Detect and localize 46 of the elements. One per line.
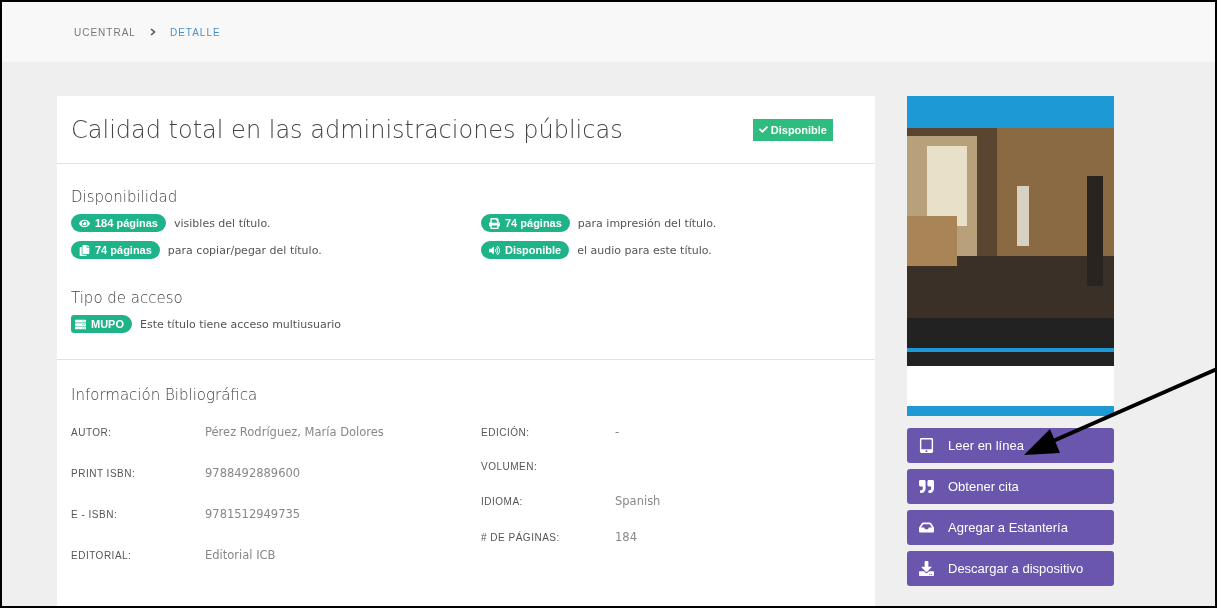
field-label: PRINT ISBN: bbox=[71, 467, 137, 479]
field-label: EDITORIAL: bbox=[71, 549, 133, 561]
printer-icon bbox=[489, 217, 500, 229]
availability-text: para impresión del título. bbox=[577, 216, 717, 230]
page-count-badge: 74 páginas bbox=[71, 241, 160, 259]
field-value: 184 bbox=[615, 530, 638, 544]
availability-text: para copiar/pegar del título. bbox=[167, 243, 322, 257]
tablet-icon bbox=[919, 438, 934, 453]
availability-text: visibles del título. bbox=[174, 216, 271, 230]
field-value: Editorial ICB bbox=[205, 548, 277, 562]
field-value: - bbox=[615, 425, 621, 439]
book-title: Calidad total en las administraciones públicas bbox=[71, 115, 623, 144]
field-value: 9788492889600 bbox=[205, 466, 302, 480]
field-value: Pérez Rodríguez, María Dolores bbox=[205, 425, 385, 439]
page-count-badge: 74 páginas bbox=[481, 214, 570, 232]
section-heading: Disponibilidad bbox=[71, 188, 179, 206]
field-label: VOLUMEN: bbox=[481, 461, 539, 472]
quote-icon bbox=[919, 479, 934, 494]
download-icon bbox=[919, 561, 934, 576]
page-count-badge: 184 páginas bbox=[71, 214, 166, 232]
section-heading: Tipo de acceso bbox=[71, 289, 184, 307]
action-button[interactable]: Obtener cita bbox=[907, 469, 1114, 504]
status-badge: Disponible bbox=[752, 118, 833, 141]
availability-text: el audio para este título. bbox=[577, 243, 712, 257]
breadcrumb-link[interactable]: UCENTRAL bbox=[74, 26, 136, 38]
field-value: Spanish bbox=[615, 494, 662, 508]
access-badge: MUPO bbox=[71, 315, 132, 333]
access-text: Este título tiene acceso multiusuario bbox=[140, 317, 341, 331]
field-value: 9781512949735 bbox=[205, 507, 302, 521]
chevron-icon bbox=[149, 28, 156, 36]
server-icon bbox=[75, 318, 86, 330]
field-label: IDIOMA: bbox=[481, 495, 524, 507]
field-label: AUTOR: bbox=[71, 426, 113, 438]
speaker-icon bbox=[489, 244, 500, 256]
tray-icon bbox=[919, 520, 934, 535]
section-heading: Información Bibliográfica bbox=[71, 386, 259, 404]
copy-icon bbox=[79, 244, 90, 256]
field-label: EDICIÓN: bbox=[481, 426, 531, 438]
field-label: # DE PÁGINAS: bbox=[481, 531, 561, 543]
action-button[interactable]: Agregar a Estantería bbox=[907, 510, 1114, 545]
action-button[interactable]: Descargar a dispositivo bbox=[907, 551, 1114, 586]
breadcrumb-link[interactable]: DETALLE bbox=[169, 26, 221, 38]
eye-icon bbox=[79, 217, 90, 229]
page-count-badge: Disponible bbox=[481, 241, 570, 259]
action-button[interactable]: Leer en línea bbox=[907, 428, 1114, 463]
field-label: E - ISBN: bbox=[71, 508, 119, 520]
